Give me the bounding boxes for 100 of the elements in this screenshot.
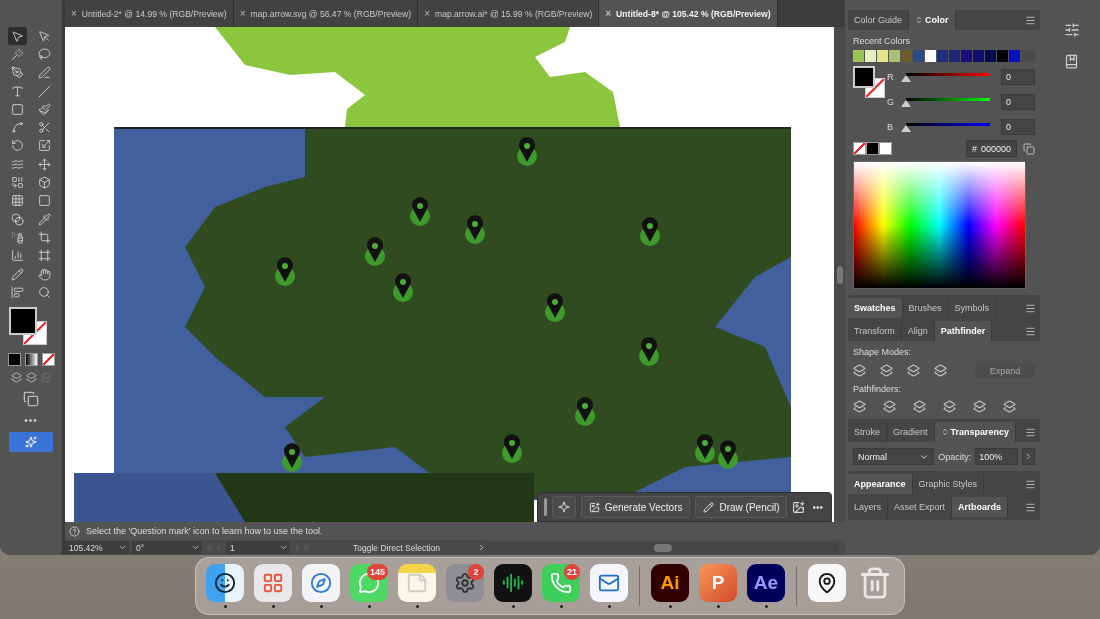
draw-mode-icon[interactable]	[10, 372, 22, 384]
tool-button[interactable]	[8, 27, 27, 46]
map-pin-icon	[695, 434, 715, 463]
close-icon[interactable]: ×	[605, 8, 612, 19]
channel-value-field[interactable]: 0	[1001, 69, 1035, 85]
document-tab[interactable]: × map.arrow.svg @ 56.47 % (RGB/Preview)	[233, 0, 419, 27]
panel-menu-icon[interactable]	[1025, 14, 1036, 26]
scissors-icon	[38, 121, 51, 135]
panel-menu-icon[interactable]	[1025, 426, 1036, 438]
channel-value-field[interactable]: 0	[1001, 119, 1035, 135]
shape-mode-icon[interactable]	[907, 364, 920, 377]
color-swatch[interactable]	[997, 50, 1009, 62]
channel-value-field[interactable]: 0	[1001, 94, 1035, 110]
pathfinder-icon[interactable]	[913, 400, 926, 413]
pathfinder-icon[interactable]	[973, 400, 986, 413]
panel-tab[interactable]: Transparency	[934, 422, 1017, 442]
panel-tab[interactable]: Artboards	[952, 497, 1009, 517]
help-icon[interactable]	[69, 525, 80, 537]
color-swatch[interactable]	[1009, 50, 1021, 62]
color-swatch[interactable]	[925, 50, 937, 62]
rotation-dropdown[interactable]: 0°	[132, 541, 202, 554]
pathfinder-icon[interactable]	[853, 400, 866, 413]
document-tab[interactable]: × Untitled-2* @ 14.99 % (RGB/Preview)	[65, 0, 234, 27]
lasso-icon	[38, 47, 51, 61]
close-icon[interactable]: ×	[239, 8, 246, 19]
notepad-app-icon[interactable]	[398, 564, 436, 602]
panel-tab[interactable]: Pathfinder	[934, 321, 993, 341]
artboard-canvas[interactable]: Generate Vectors Draw (Pencil) •••	[65, 27, 834, 522]
pathfinder-icon[interactable]	[943, 400, 956, 413]
compass-app-icon[interactable]	[302, 564, 340, 602]
library-icon[interactable]	[1064, 54, 1079, 69]
color-swatch[interactable]	[889, 50, 901, 62]
color-swatch[interactable]	[937, 50, 949, 62]
slider-thumb[interactable]	[901, 125, 911, 132]
more-tools-button[interactable]: •••	[24, 415, 38, 427]
envelope-app-icon[interactable]	[590, 564, 628, 602]
color-swatch[interactable]	[913, 50, 925, 62]
sound-wave-app-icon[interactable]	[494, 564, 532, 602]
horizontal-scrollbar[interactable]	[486, 542, 839, 553]
smiling-face-app-icon[interactable]	[206, 564, 244, 602]
move-icon	[38, 157, 51, 171]
color-swatch[interactable]	[973, 50, 985, 62]
color-swatch[interactable]	[865, 50, 877, 62]
color-swatch[interactable]	[985, 50, 997, 62]
zoom-dropdown[interactable]: 105.42%	[65, 541, 129, 554]
letter-app-icon[interactable]: Ai	[651, 564, 689, 602]
document-tab[interactable]: × map.arrow.ai* @ 15.99 % (RGB/Preview)	[418, 0, 600, 27]
panel-tab[interactable]: Color	[909, 10, 956, 30]
panel-menu-icon[interactable]	[1025, 302, 1036, 314]
slider-thumb[interactable]	[901, 75, 911, 82]
status-action-text: Toggle Direct Selection	[353, 542, 441, 553]
draw-mode-icon[interactable]	[25, 372, 37, 384]
shape-mode-icon[interactable]	[853, 364, 866, 377]
opacity-arrow-button[interactable]	[1021, 448, 1035, 465]
artboard-dropdown[interactable]: 1	[226, 541, 290, 554]
generate-button[interactable]: Generate Vectors	[580, 496, 691, 518]
tool-button[interactable]	[35, 63, 54, 82]
shape-mode-icon[interactable]	[880, 364, 893, 377]
color-swatch[interactable]	[877, 50, 889, 62]
blend-mode-dropdown[interactable]: Normal	[853, 448, 935, 465]
color-swatch[interactable]	[961, 50, 973, 62]
app-grid-icon[interactable]	[254, 564, 292, 602]
panel-menu-icon[interactable]	[1025, 478, 1036, 490]
chat-bubble-app-icon[interactable]: 145	[350, 564, 388, 602]
close-icon[interactable]: ×	[71, 8, 77, 19]
sparkle-button[interactable]	[551, 496, 576, 518]
pathfinder-icon[interactable]	[1003, 400, 1016, 413]
gear-app-icon[interactable]: 2	[446, 564, 484, 602]
copy-icon[interactable]	[1023, 142, 1035, 155]
color-swatch[interactable]	[901, 50, 913, 62]
recent-colors-label: Recent Colors	[853, 36, 912, 46]
pathfinder-icon[interactable]	[883, 400, 896, 413]
tool-button[interactable]	[35, 100, 54, 119]
color-swatch[interactable]	[949, 50, 961, 62]
opacity-field[interactable]: 100%	[975, 448, 1018, 465]
slider-thumb[interactable]	[901, 100, 911, 107]
hex-field[interactable]: # 000000	[965, 140, 1017, 157]
color-mode-buttons[interactable]	[7, 353, 55, 367]
phone-bubble-app-icon[interactable]: 21	[542, 564, 580, 602]
shape-mode-icon[interactable]	[934, 364, 947, 377]
vertical-scrollbar[interactable]	[834, 27, 845, 522]
panel-tab[interactable]: Swatches	[848, 298, 903, 318]
panel-tab[interactable]: Appearance	[848, 474, 913, 494]
close-icon[interactable]: ×	[424, 8, 430, 19]
color-spectrum[interactable]	[853, 161, 1026, 289]
sliders-icon[interactable]	[1063, 22, 1080, 38]
screen-mode-icon[interactable]	[23, 391, 39, 408]
draw-button[interactable]: Draw (Pencil)	[695, 496, 788, 518]
generative-button[interactable]	[9, 432, 53, 453]
preset-swatches[interactable]	[853, 142, 892, 155]
tool-button[interactable]	[35, 155, 54, 174]
map-pin-document-icon[interactable]	[808, 564, 846, 602]
letter-app-icon[interactable]: Ae	[747, 564, 785, 602]
color-swatch[interactable]	[853, 50, 865, 62]
panel-menu-icon[interactable]	[1025, 325, 1036, 337]
more-button[interactable]: •••	[810, 501, 825, 513]
panel-menu-icon[interactable]	[1025, 501, 1036, 513]
map-pin-icon	[517, 137, 537, 166]
image-plus-icon[interactable]	[792, 500, 806, 514]
document-tab[interactable]: × Untitled-8* @ 105.42 % (RGB/Preview)	[599, 0, 778, 27]
